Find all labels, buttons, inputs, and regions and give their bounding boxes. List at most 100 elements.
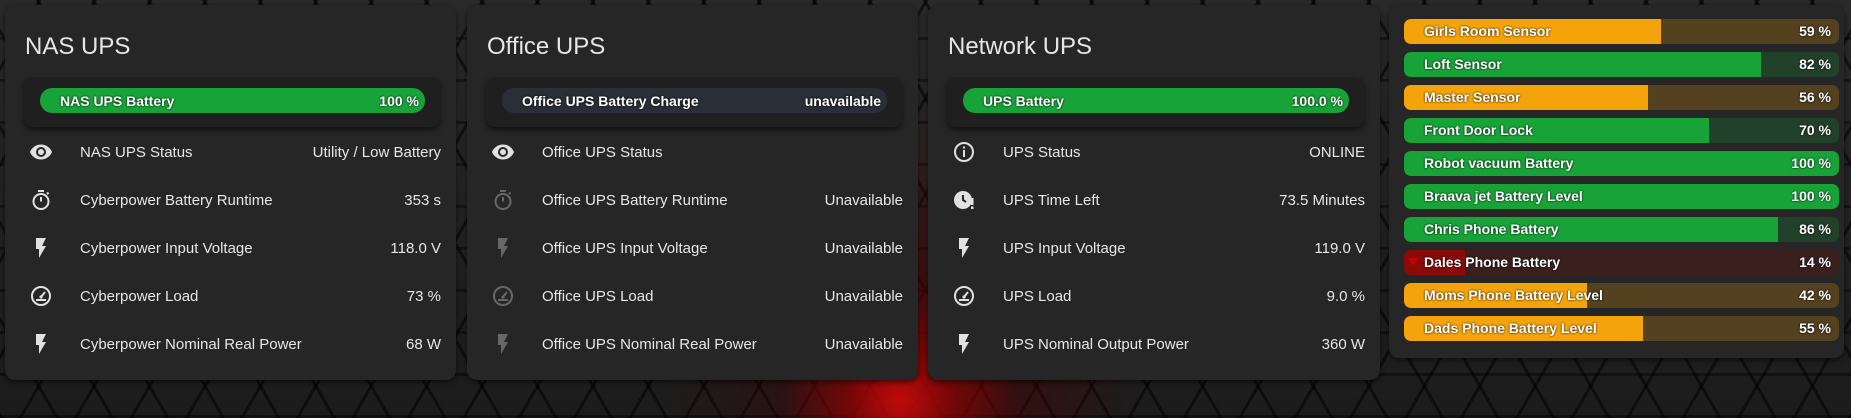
sensor-bar-robot-vacuum[interactable]: Robot vacuum Battery 100 % <box>1404 151 1839 176</box>
sensor-value: 82 % <box>1799 56 1831 72</box>
entity-row-load[interactable]: UPS Load 9.0 % <box>948 281 1365 311</box>
sensor-bar-dales-phone[interactable]: Dales Phone Battery 14 % <box>1404 250 1839 275</box>
sensor-name: Master Sensor <box>1424 89 1521 105</box>
entity-label: Cyberpower Battery Runtime <box>80 192 273 209</box>
sensor-value: 42 % <box>1799 287 1831 303</box>
entity-row-input-voltage[interactable]: Office UPS Input Voltage Unavailable <box>487 233 903 263</box>
entity-value: 68 W <box>405 336 441 353</box>
sensor-value: 56 % <box>1799 89 1831 105</box>
sensor-bar-braava-jet[interactable]: Braava jet Battery Level 100 % <box>1404 184 1839 209</box>
sensor-name: Front Door Lock <box>1424 122 1533 138</box>
sensor-bar-master[interactable]: Master Sensor 56 % <box>1404 85 1839 110</box>
office-ups-card: Office UPS Office UPS Battery Charge una… <box>467 5 918 380</box>
battery-bar: Office UPS Battery Charge unavailable <box>502 88 887 113</box>
entity-row-output-power[interactable]: UPS Nominal Output Power 360 W <box>948 329 1365 359</box>
flash-icon <box>952 332 976 356</box>
eye-icon <box>29 140 53 164</box>
entity-label: Office UPS Battery Runtime <box>542 192 728 209</box>
entity-label: NAS UPS Status <box>80 144 193 161</box>
entity-value: 360 W <box>1321 336 1365 353</box>
entity-row-nominal-power[interactable]: Cyberpower Nominal Real Power 68 W <box>25 329 441 359</box>
entity-row-status[interactable]: UPS Status ONLINE <box>948 137 1365 167</box>
entity-label: UPS Status <box>1003 144 1081 161</box>
sensor-value: 59 % <box>1799 23 1831 39</box>
battery-name: NAS UPS Battery <box>60 93 175 109</box>
entity-label: Office UPS Load <box>542 288 654 305</box>
sensor-bar-dads-phone[interactable]: Dads Phone Battery Level 55 % <box>1404 316 1839 341</box>
gauge-icon <box>29 284 53 308</box>
battery-value: unavailable <box>804 93 881 109</box>
sensor-value: 86 % <box>1799 221 1831 237</box>
flash-icon <box>29 236 53 260</box>
sensor-name: Loft Sensor <box>1424 56 1502 72</box>
entity-row-input-voltage[interactable]: UPS Input Voltage 119.0 V <box>948 233 1365 263</box>
info-icon <box>952 140 976 164</box>
card-title: Network UPS <box>948 33 1093 60</box>
sensor-value: 55 % <box>1799 320 1831 336</box>
eye-icon <box>491 140 515 164</box>
gauge-icon <box>491 284 515 308</box>
flash-icon <box>952 236 976 260</box>
entity-label: Cyberpower Nominal Real Power <box>80 336 302 353</box>
entity-label: UPS Input Voltage <box>1003 240 1126 257</box>
flash-icon <box>29 332 53 356</box>
entity-label: UPS Nominal Output Power <box>1003 336 1189 353</box>
entity-value: 73.5 Minutes <box>1279 192 1365 209</box>
sensor-value: 70 % <box>1799 122 1831 138</box>
battery-name: UPS Battery <box>983 93 1064 109</box>
sensor-bar-moms-phone[interactable]: Moms Phone Battery Level 42 % <box>1404 283 1839 308</box>
entity-value: 119.0 V <box>1314 240 1365 257</box>
entity-row-time-left[interactable]: UPS Time Left 73.5 Minutes <box>948 185 1365 215</box>
sensor-bar-girls-room[interactable]: Girls Room Sensor 59 % <box>1404 19 1839 44</box>
entity-label: UPS Load <box>1003 288 1072 305</box>
battery-bar: NAS UPS Battery 100 % <box>40 88 425 113</box>
battery-bar-card[interactable]: Office UPS Battery Charge unavailable <box>486 77 902 127</box>
entity-value: 9.0 % <box>1326 288 1365 305</box>
card-title: Office UPS <box>487 33 606 60</box>
low-battery-indicator-icon <box>1408 258 1418 266</box>
entity-value: Unavailable <box>824 336 903 353</box>
entity-label: Office UPS Nominal Real Power <box>542 336 757 353</box>
battery-bar: UPS Battery 100.0 % <box>963 88 1349 113</box>
timer-icon <box>491 188 515 212</box>
entity-row-load[interactable]: Cyberpower Load 73 % <box>25 281 441 311</box>
entity-row-status[interactable]: Office UPS Status <box>487 137 903 167</box>
entity-value: Unavailable <box>824 192 903 209</box>
entity-row-status[interactable]: NAS UPS Status Utility / Low Battery <box>25 137 441 167</box>
battery-name: Office UPS Battery Charge <box>522 93 699 109</box>
clock-alert-icon <box>952 188 976 212</box>
nas-ups-card: NAS UPS NAS UPS Battery 100 % NAS UPS St… <box>5 5 456 380</box>
entity-value: 353 s <box>404 192 441 209</box>
entity-row-runtime[interactable]: Cyberpower Battery Runtime 353 s <box>25 185 441 215</box>
sensor-bar-chris-phone[interactable]: Chris Phone Battery 86 % <box>1404 217 1839 242</box>
entity-row-input-voltage[interactable]: Cyberpower Input Voltage 118.0 V <box>25 233 441 263</box>
entity-value: Unavailable <box>824 288 903 305</box>
flash-icon <box>491 236 515 260</box>
sensor-batteries-card: Girls Room Sensor 59 % Loft Sensor 82 % … <box>1389 5 1844 358</box>
entity-label: Cyberpower Input Voltage <box>80 240 253 257</box>
entity-label: Office UPS Input Voltage <box>542 240 708 257</box>
entity-row-nominal-power[interactable]: Office UPS Nominal Real Power Unavailabl… <box>487 329 903 359</box>
network-ups-card: Network UPS UPS Battery 100.0 % UPS Stat… <box>928 5 1380 380</box>
sensor-value: 100 % <box>1791 155 1831 171</box>
entity-label: UPS Time Left <box>1003 192 1100 209</box>
sensor-name: Dads Phone Battery Level <box>1424 320 1597 336</box>
entity-row-runtime[interactable]: Office UPS Battery Runtime Unavailable <box>487 185 903 215</box>
battery-bar-card[interactable]: UPS Battery 100.0 % <box>947 77 1364 127</box>
sensor-value: 100 % <box>1791 188 1831 204</box>
battery-bar-card[interactable]: NAS UPS Battery 100 % <box>24 77 440 127</box>
entity-label: Office UPS Status <box>542 144 663 161</box>
timer-icon <box>29 188 53 212</box>
entity-value: Unavailable <box>824 240 903 257</box>
entity-row-load[interactable]: Office UPS Load Unavailable <box>487 281 903 311</box>
entity-label: Cyberpower Load <box>80 288 199 305</box>
sensor-name: Braava jet Battery Level <box>1424 188 1583 204</box>
entity-value: 73 % <box>406 288 441 305</box>
battery-value: 100 % <box>379 93 419 109</box>
sensor-name: Girls Room Sensor <box>1424 23 1551 39</box>
entity-value: 118.0 V <box>390 240 441 257</box>
card-title: NAS UPS <box>25 33 131 60</box>
flash-icon <box>491 332 515 356</box>
sensor-bar-front-door-lock[interactable]: Front Door Lock 70 % <box>1404 118 1839 143</box>
sensor-bar-loft[interactable]: Loft Sensor 82 % <box>1404 52 1839 77</box>
